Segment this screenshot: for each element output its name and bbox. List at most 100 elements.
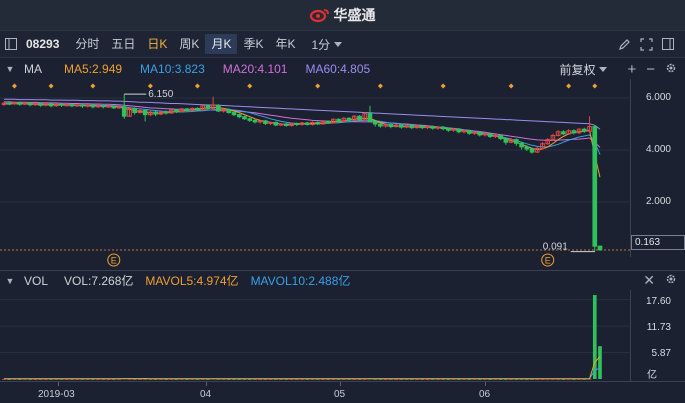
ma10-line [4,102,601,155]
minute-period-value: 1分 [311,37,331,52]
chevron-down-icon [334,41,343,47]
time-tick-05: 05 [334,389,346,400]
candle-body [142,109,148,116]
event-diamond-marker [440,83,446,89]
stock-code[interactable]: 08293 [26,37,59,51]
candle-body [561,131,566,135]
collapse-main-icon[interactable]: ▼ [2,64,18,74]
ma5-line [4,103,601,178]
main-indicator-legend: ▼ MA MA5:2.949 MA10:3.823 MA20:4.101 MA6… [0,59,685,79]
candle-body [571,130,577,134]
candle-body [466,130,472,134]
candle-body [64,104,70,107]
period-monthly-k[interactable]: 月K [205,34,238,54]
minute-period-select[interactable]: 1分 [311,36,343,53]
candle-body [283,123,289,127]
candle-body [90,104,96,108]
volume-axis: 17.60 11.73 5.87 亿 [630,290,685,381]
volume-settings-gear-icon[interactable] [665,273,677,288]
time-tick-2019-03: 2019-03 [38,389,75,400]
candle-body [74,104,80,107]
volume-indicator-name[interactable]: VOL [24,274,64,288]
candle-body [226,108,232,114]
candle-body [163,111,169,114]
vol-tick-3: 5.87 [651,348,671,359]
current-price-label: 0.163 [631,235,685,250]
low-annotation-label: 0.091 [543,242,568,253]
price-adjust-value: 前复权 [559,62,596,77]
ma10-value: MA10:3.823 [140,62,205,76]
candle-body [247,118,253,121]
add-indicator-icon[interactable]: + [627,61,636,78]
candle-body [409,125,415,129]
ma20-value: MA20:4.101 [222,62,288,76]
volume-legend: ▼ VOL VOL:7.268亿 MAVOL5:4.974亿 MAVOL10:2… [0,270,685,290]
main-indicator-name[interactable]: MA [24,62,64,76]
period-daily-k[interactable]: 日K [141,34,173,54]
candle-body [59,103,64,106]
period-weekly-k[interactable]: 周K [173,34,205,54]
candle-body [524,146,530,150]
event-e-label: E [111,256,117,266]
title-bar: 华盛通 [0,0,685,31]
sidebar-toggle-icon[interactable] [0,31,22,57]
candle-body [519,142,524,148]
period-yearly-k[interactable]: 年K [269,34,301,54]
vol-tick-2: 11.73 [646,322,671,333]
candle-body [378,123,383,127]
event-diamond-marker [315,83,321,89]
candle-body [294,122,300,126]
mavol5-value: MAVOL5:4.974亿 [145,274,239,288]
sidebar-right-icon[interactable] [661,37,675,51]
candle-body [17,102,23,105]
candle-body [48,103,54,107]
price-adjust-select[interactable]: 前复权 [559,61,608,78]
chevron-down-icon [599,66,608,72]
period-five-day[interactable]: 五日 [105,34,141,54]
candle-body [263,120,268,124]
vol-value: VOL:7.268亿 [64,274,134,288]
candle-body [80,104,85,107]
candle-body [153,111,158,115]
candle-body [477,131,483,136]
fullscreen-icon[interactable] [639,37,653,51]
candle-body [419,125,425,129]
candle-body [216,104,221,112]
candlestick-chart[interactable]: 6.150 0.091 E E [0,79,630,267]
event-e-label: E [545,256,551,266]
period-quarterly-k[interactable]: 季K [237,34,269,54]
candle-body [456,128,462,133]
mavol10-value: MAVOL10:2.488亿 [250,274,351,288]
candle-body [132,107,138,114]
mavol5-line [4,356,601,380]
period-intraday[interactable]: 分时 [69,34,105,54]
candle-body [325,120,331,124]
time-axis: 2019-03 04 05 06 [0,381,685,403]
candle-body [69,104,75,107]
candle-body [242,116,247,120]
collapse-volume-icon[interactable]: ▼ [2,276,18,286]
price-axis: 6.000 4.000 2.000 [630,79,685,257]
minimize-icon[interactable]: − [646,61,655,78]
candle-body [38,102,43,106]
logo-icon [309,9,329,23]
candle-body [367,113,373,122]
candle-body [184,108,190,111]
high-annotation-label: 6.150 [148,89,173,100]
close-volume-icon[interactable]: ✕ [643,272,655,289]
candle-body [430,126,436,129]
event-diamond-marker [247,83,253,89]
candle-body [205,105,211,109]
vol-tick-1: 17.60 [645,296,671,307]
candle-body [487,133,493,137]
event-diamond-marker [11,83,17,89]
price-tick-4: 4.000 [645,144,671,155]
draw-pen-icon[interactable] [617,37,631,51]
candle-body [592,126,598,247]
volume-chart[interactable] [0,290,630,381]
candle-body [503,138,509,143]
candle-body [252,119,258,123]
candle-body [440,126,446,130]
volume-bar [598,346,602,379]
settings-gear-icon[interactable] [665,62,677,77]
